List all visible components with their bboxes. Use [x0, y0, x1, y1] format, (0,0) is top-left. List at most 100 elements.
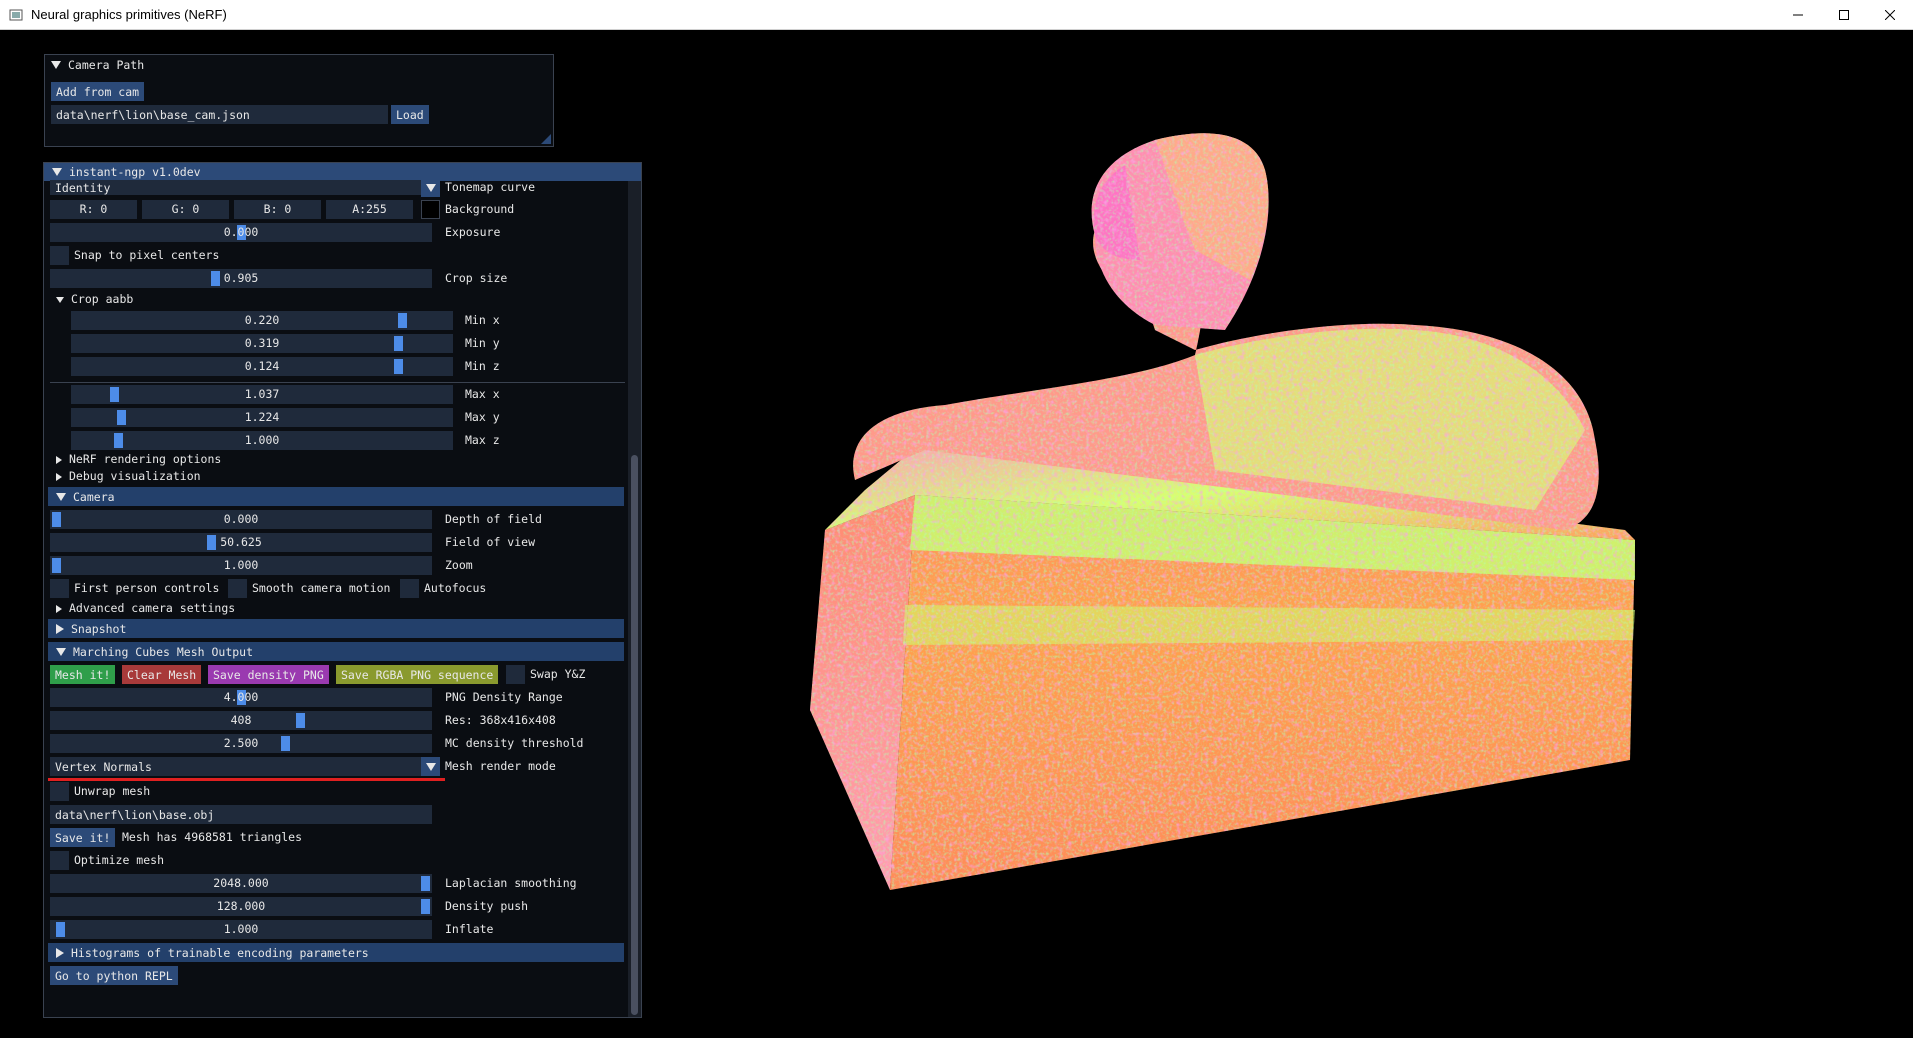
- tonemap-value: Identity: [55, 180, 111, 195]
- render-mode-label: Mesh render mode: [445, 759, 556, 773]
- resize-grip-icon[interactable]: [541, 134, 551, 144]
- swap-yz-label: Swap Y&Z: [530, 667, 586, 681]
- clear-mesh-button[interactable]: Clear Mesh: [122, 665, 202, 684]
- render-mode-value: Vertex Normals: [55, 759, 152, 774]
- min-x-label: Min x: [465, 313, 500, 327]
- optimize-label: Optimize mesh: [74, 853, 165, 867]
- zoom-label: Zoom: [445, 558, 473, 572]
- unwrap-label: Unwrap mesh: [74, 784, 151, 798]
- scrollbar[interactable]: [628, 181, 641, 1017]
- render-viewport[interactable]: Camera Path Add from cam data\nerf\lion\…: [0, 30, 1913, 1038]
- histograms-section-header[interactable]: Histograms of trainable encoding paramet…: [48, 943, 624, 962]
- autofocus-checkbox[interactable]: [400, 579, 419, 598]
- fov-slider[interactable]: 50.625: [50, 533, 432, 552]
- background-g-field[interactable]: G: 0: [142, 200, 229, 219]
- save-density-png-button[interactable]: Save density PNG: [208, 665, 329, 684]
- camera-path-input[interactable]: data\nerf\lion\base_cam.json: [51, 105, 388, 124]
- laplacian-slider[interactable]: 2048.000: [50, 874, 432, 893]
- advanced-camera-node[interactable]: Advanced camera settings: [56, 600, 235, 617]
- exposure-slider[interactable]: 0.000: [50, 223, 432, 242]
- autofocus-label: Autofocus: [424, 581, 487, 595]
- max-z-label: Max z: [465, 433, 500, 447]
- smooth-motion-checkbox[interactable]: [228, 579, 247, 598]
- density-push-slider[interactable]: 128.000: [50, 897, 432, 916]
- snapshot-section-title: Snapshot: [71, 621, 127, 636]
- background-a-field[interactable]: A:255: [326, 200, 413, 219]
- zoom-value: 1.000: [223, 558, 259, 572]
- debug-vis-label: Debug visualization: [69, 469, 201, 483]
- max-z-value: 1.000: [244, 433, 280, 447]
- tree-closed-icon: [56, 604, 62, 613]
- snap-checkbox[interactable]: [50, 246, 69, 265]
- tree-closed-icon: [56, 472, 62, 481]
- background-b-field[interactable]: B: 0: [234, 200, 321, 219]
- app-icon: [9, 9, 23, 20]
- max-y-value: 1.224: [244, 410, 280, 424]
- histograms-section-title: Histograms of trainable encoding paramet…: [71, 945, 369, 960]
- python-repl-button[interactable]: Go to python REPL: [50, 966, 178, 985]
- main-window-title: instant-ngp v1.0dev: [69, 165, 201, 179]
- render-mode-dropdown-button[interactable]: [421, 757, 440, 776]
- scrollbar-thumb[interactable]: [631, 455, 638, 1015]
- close-button[interactable]: [1867, 0, 1913, 30]
- render-mode-combo[interactable]: Vertex Normals: [50, 757, 432, 776]
- obj-path-input[interactable]: data\nerf\lion\base.obj: [50, 805, 432, 824]
- expand-arrow-icon: [56, 623, 64, 634]
- save-rgba-png-button[interactable]: Save RGBA PNG sequence: [336, 665, 499, 684]
- save-it-button[interactable]: Save it!: [50, 828, 116, 847]
- min-z-label: Min z: [465, 359, 500, 373]
- collapse-arrow-icon: [56, 492, 66, 501]
- mesh-it-button[interactable]: Mesh it!: [50, 665, 116, 684]
- collapse-arrow-icon: [56, 647, 66, 656]
- nerf-rendering-node[interactable]: NeRF rendering options: [56, 451, 221, 468]
- mc-section-header[interactable]: Marching Cubes Mesh Output: [48, 642, 624, 661]
- max-z-slider[interactable]: 1.000: [71, 431, 453, 450]
- main-window-header[interactable]: instant-ngp v1.0dev: [44, 163, 641, 181]
- density-push-value: 128.000: [216, 899, 266, 913]
- optimize-checkbox[interactable]: [50, 851, 69, 870]
- add-from-cam-button[interactable]: Add from cam: [51, 82, 145, 101]
- crop-aabb-node[interactable]: Crop aabb: [56, 291, 133, 308]
- max-y-slider[interactable]: 1.224: [71, 408, 453, 427]
- min-y-slider[interactable]: 0.319: [71, 334, 453, 353]
- tonemap-label: Tonemap curve: [445, 180, 536, 194]
- chevron-down-icon: [425, 183, 436, 192]
- crop-size-label: Crop size: [445, 271, 508, 285]
- inflate-slider[interactable]: 1.000: [50, 920, 432, 939]
- snapshot-section-header[interactable]: Snapshot: [48, 619, 624, 638]
- min-x-slider[interactable]: 0.220: [71, 311, 453, 330]
- min-z-slider[interactable]: 0.124: [71, 357, 453, 376]
- background-r-field[interactable]: R: 0: [50, 200, 137, 219]
- background-color-swatch[interactable]: [421, 200, 440, 219]
- crop-size-slider[interactable]: 0.905: [50, 269, 432, 288]
- advanced-camera-label: Advanced camera settings: [69, 601, 236, 615]
- background-label: Background: [445, 202, 515, 216]
- inflate-value: 1.000: [223, 922, 259, 936]
- camera-path-header[interactable]: Camera Path: [45, 55, 553, 74]
- mc-section-title: Marching Cubes Mesh Output: [73, 644, 254, 659]
- tree-closed-icon: [56, 455, 62, 464]
- tonemap-dropdown-button[interactable]: [421, 178, 440, 197]
- max-x-slider[interactable]: 1.037: [71, 385, 453, 404]
- maximize-button[interactable]: [1821, 0, 1867, 30]
- swap-yz-checkbox[interactable]: [506, 665, 525, 684]
- expand-arrow-icon: [56, 947, 64, 958]
- dof-slider[interactable]: 0.000: [50, 510, 432, 529]
- nerf-rendering-label: NeRF rendering options: [69, 452, 222, 466]
- title-bar: Neural graphics primitives (NeRF): [0, 0, 1913, 30]
- debug-vis-node[interactable]: Debug visualization: [56, 468, 201, 485]
- first-person-checkbox[interactable]: [50, 579, 69, 598]
- png-density-label: PNG Density Range: [445, 690, 563, 704]
- zoom-slider[interactable]: 1.000: [50, 556, 432, 575]
- chevron-down-icon: [425, 762, 436, 771]
- png-density-slider[interactable]: 4.000: [50, 688, 432, 707]
- res-slider[interactable]: 408: [50, 711, 432, 730]
- unwrap-checkbox[interactable]: [50, 782, 69, 801]
- camera-section-header[interactable]: Camera: [48, 487, 624, 506]
- min-x-value: 0.220: [244, 313, 280, 327]
- load-button[interactable]: Load: [391, 105, 429, 124]
- laplacian-value: 2048.000: [213, 876, 269, 890]
- minimize-button[interactable]: [1775, 0, 1821, 30]
- tonemap-combo[interactable]: Identity: [50, 180, 432, 195]
- mc-threshold-slider[interactable]: 2.500: [50, 734, 432, 753]
